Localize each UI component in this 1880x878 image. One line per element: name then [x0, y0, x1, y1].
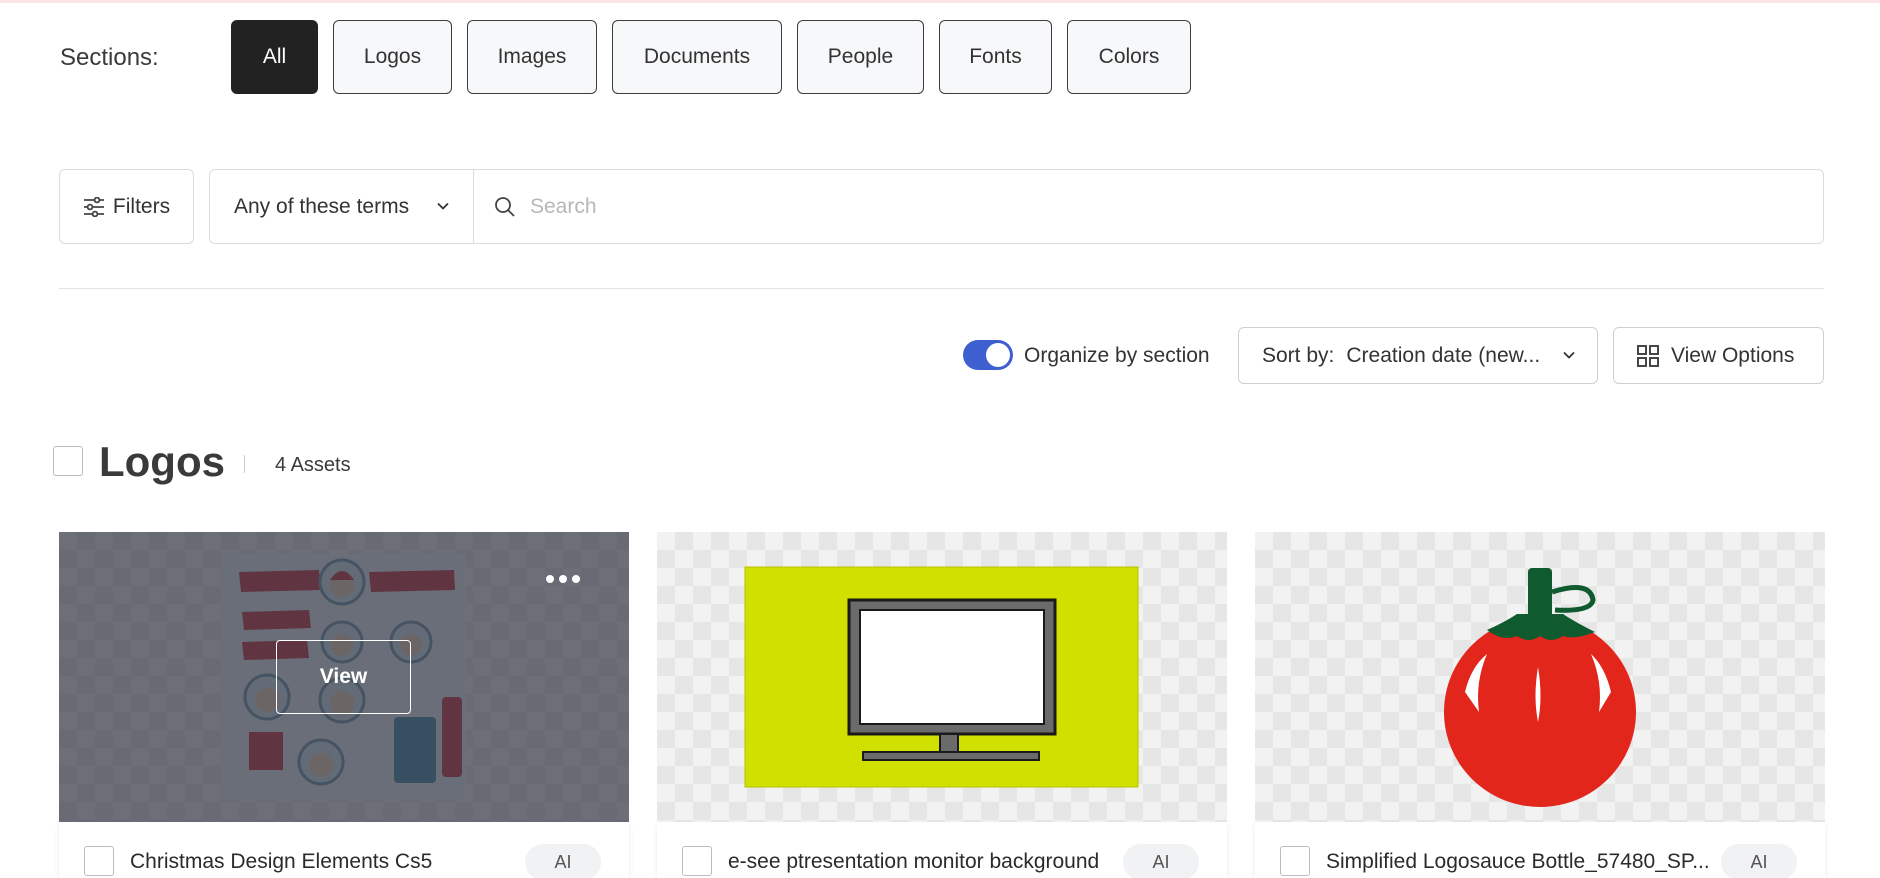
organize-label: Organize by section [1024, 344, 1210, 367]
section-all-button[interactable]: All [231, 20, 318, 94]
chevron-down-icon [1563, 351, 1575, 359]
asset-thumbnail[interactable] [1255, 532, 1825, 822]
file-type-badge: AI [1123, 844, 1199, 878]
view-options-label: View Options [1671, 343, 1795, 367]
sliders-icon [83, 196, 104, 217]
organize-toggle[interactable] [963, 340, 1013, 370]
section-select-checkbox[interactable] [53, 446, 83, 476]
section-images-button[interactable]: Images [467, 20, 597, 94]
asset-title: e-see ptresentation monitor background [728, 850, 1100, 873]
file-type-badge: AI [525, 844, 601, 878]
filters-label: Filters [112, 194, 171, 218]
terms-mode-dropdown[interactable]: Any of these terms [209, 169, 473, 244]
more-options-icon[interactable] [540, 566, 586, 592]
view-asset-button[interactable]: View [276, 640, 411, 714]
asset-thumbnail[interactable] [657, 532, 1227, 822]
grid-icon [1637, 344, 1659, 367]
asset-select-checkbox[interactable] [1280, 846, 1310, 876]
section-fonts-button[interactable]: Fonts [939, 20, 1052, 94]
search-icon [495, 196, 515, 217]
filters-button[interactable]: Filters [59, 169, 194, 244]
sort-dropdown[interactable]: Sort by: Creation date (new... [1238, 327, 1598, 384]
section-separator [244, 455, 245, 473]
file-type-badge: AI [1721, 844, 1797, 878]
section-documents-button[interactable]: Documents [612, 20, 782, 94]
terms-mode-value: Any of these terms [234, 194, 410, 218]
asset-select-checkbox[interactable] [682, 846, 712, 876]
section-colors-button[interactable]: Colors [1067, 20, 1191, 94]
view-options-button[interactable]: View Options [1613, 327, 1824, 384]
divider [59, 288, 1824, 289]
section-asset-count: 4 Assets [275, 454, 351, 476]
section-title: Logos [99, 438, 225, 485]
asset-card[interactable]: e-see ptresentation monitor background A… [657, 532, 1227, 878]
asset-title: Simplified Logosauce Bottle_57480_SP... [1326, 850, 1710, 873]
asset-title: Christmas Design Elements Cs5 [130, 850, 433, 873]
section-logos-button[interactable]: Logos [333, 20, 452, 94]
monitor-image [744, 566, 1139, 788]
section-people-button[interactable]: People [797, 20, 924, 94]
sort-prefix: Sort by: [1262, 343, 1335, 367]
search-input[interactable] [530, 194, 1730, 219]
sort-value: Creation date (new... [1346, 343, 1541, 367]
asset-card[interactable]: Simplified Logosauce Bottle_57480_SP... … [1255, 532, 1825, 878]
tomato-sauce-bottle-image [1444, 568, 1636, 807]
asset-select-checkbox[interactable] [84, 846, 114, 876]
search-box [473, 169, 1824, 244]
toggle-knob [986, 343, 1010, 367]
sections-label: Sections: [60, 44, 159, 71]
top-accent-line [0, 0, 1880, 3]
chevron-down-icon [437, 202, 449, 210]
